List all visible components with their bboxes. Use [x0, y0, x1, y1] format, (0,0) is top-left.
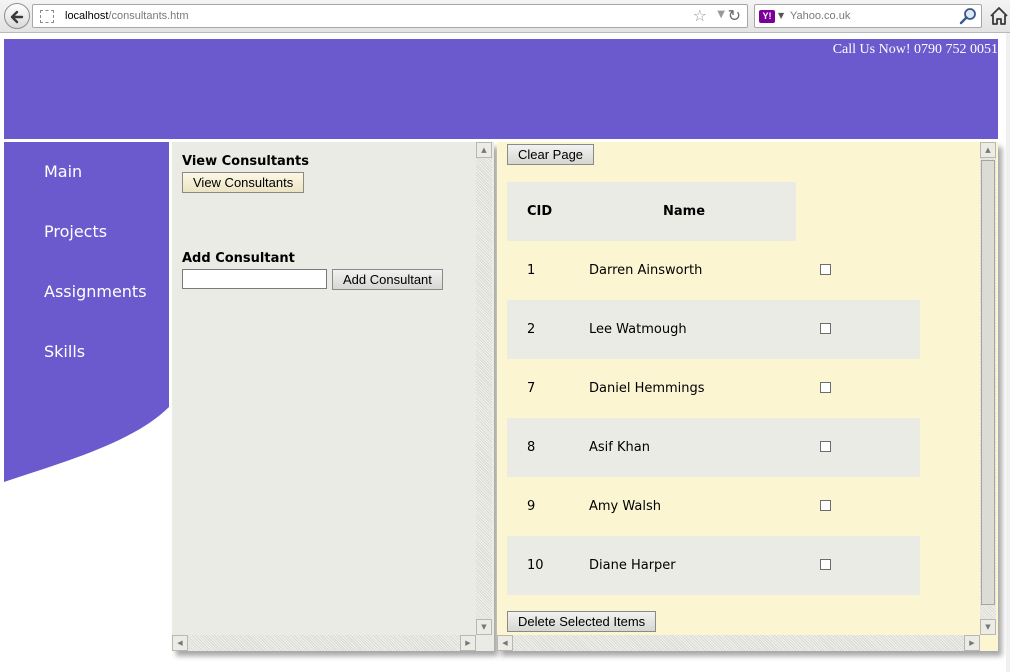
row-cid: 8	[527, 440, 536, 455]
scroll-right-arrow-icon[interactable]: ▶	[964, 635, 980, 651]
add-consultant-title: Add Consultant	[182, 251, 295, 266]
row-cid: 10	[527, 558, 544, 573]
nav-item-assignments[interactable]: Assignments	[44, 282, 147, 301]
search-engine-dropdown-icon[interactable]: ▼	[778, 11, 784, 20]
table-row: 10 Diane Harper	[507, 536, 920, 595]
nav-item-main[interactable]: Main	[44, 162, 82, 181]
scroll-up-arrow-icon[interactable]: ▲	[476, 142, 492, 158]
address-text[interactable]: localhost/consultants.htm	[65, 10, 189, 22]
table-row: 7 Daniel Hemmings	[507, 359, 920, 418]
clear-page-button[interactable]: Clear Page	[507, 144, 595, 165]
row-name: Darren Ainsworth	[589, 263, 703, 278]
row-cid: 7	[527, 381, 536, 396]
right-frame-horizontal-scrollbar[interactable]: ◀ ▶	[497, 635, 980, 651]
row-select-checkbox[interactable]	[820, 441, 831, 452]
row-name: Daniel Hemmings	[589, 381, 705, 396]
view-consultants-button[interactable]: View Consultants	[182, 172, 305, 193]
table-row: 2 Lee Watmough	[507, 300, 920, 359]
bookmark-star-icon[interactable]: ☆	[693, 7, 707, 25]
nav-item-projects[interactable]: Projects	[44, 222, 107, 241]
right-frame-vertical-scrollbar[interactable]: ▲ ▼	[980, 142, 996, 635]
reload-icon[interactable]: ↻	[728, 6, 741, 26]
table-row: 8 Asif Khan	[507, 418, 920, 477]
row-select-checkbox[interactable]	[820, 500, 831, 511]
address-bar[interactable]: localhost/consultants.htm ☆ ▼ ↻	[32, 4, 748, 28]
row-cid: 1	[527, 263, 536, 278]
window-edge	[1006, 33, 1010, 672]
row-select-checkbox[interactable]	[820, 382, 831, 393]
main-nav: Main Projects Assignments Skills	[4, 142, 169, 482]
scroll-thumb[interactable]	[981, 160, 995, 605]
row-select-checkbox[interactable]	[820, 264, 831, 275]
browser-toolbar: localhost/consultants.htm ☆ ▼ ↻ Y! ▼ Yah…	[0, 0, 1010, 33]
add-consultant-button[interactable]: Add Consultant	[332, 269, 443, 290]
row-name: Lee Watmough	[589, 322, 687, 337]
delete-selected-button[interactable]: Delete Selected Items	[507, 611, 657, 632]
consultants-list-frame: Clear Page CID Name 1 Darren Ainsworth 2…	[497, 142, 998, 651]
scroll-left-arrow-icon[interactable]: ◀	[497, 635, 513, 651]
nav-background-shape	[4, 142, 169, 482]
row-select-checkbox[interactable]	[820, 559, 831, 570]
search-icon[interactable]	[958, 6, 978, 26]
left-frame-vertical-scrollbar[interactable]: ▲ ▼	[476, 142, 492, 635]
consultant-actions-frame: View Consultants View Consultants Add Co…	[172, 142, 494, 651]
scroll-up-arrow-icon[interactable]: ▲	[980, 142, 996, 158]
column-header-cid: CID	[527, 204, 553, 219]
table-row: 9 Amy Walsh	[507, 477, 920, 536]
scroll-down-arrow-icon[interactable]: ▼	[980, 619, 996, 635]
home-icon[interactable]	[988, 4, 1010, 28]
search-engine-icon[interactable]: Y!	[759, 10, 775, 23]
column-header-name: Name	[663, 204, 706, 219]
nav-item-skills[interactable]: Skills	[44, 342, 85, 361]
row-name: Asif Khan	[589, 440, 650, 455]
table-header-row: CID Name	[507, 182, 796, 241]
row-cid: 9	[527, 499, 536, 514]
view-consultants-title: View Consultants	[182, 154, 310, 169]
scroll-down-arrow-icon[interactable]: ▼	[476, 619, 492, 635]
row-name: Diane Harper	[589, 558, 676, 573]
row-name: Amy Walsh	[589, 499, 661, 514]
call-us-text: Call Us Now! 0790 752 0051	[832, 42, 998, 57]
left-frame-horizontal-scrollbar[interactable]: ◀ ▶	[172, 635, 476, 651]
row-select-checkbox[interactable]	[820, 323, 831, 334]
url-host: localhost	[65, 10, 109, 22]
add-consultant-input[interactable]	[182, 269, 327, 289]
url-path: /consultants.htm	[108, 10, 189, 22]
search-input[interactable]: Yahoo.co.uk	[790, 10, 850, 22]
site-identity-icon[interactable]	[40, 10, 54, 23]
scroll-right-arrow-icon[interactable]: ▶	[460, 635, 476, 651]
history-dropdown-icon[interactable]: ▼	[717, 9, 725, 20]
site-header: Call Us Now! 0790 752 0051	[4, 39, 998, 139]
back-arrow-icon	[10, 10, 24, 24]
row-cid: 2	[527, 322, 536, 337]
search-bar[interactable]: Y! ▼ Yahoo.co.uk	[754, 4, 982, 28]
table-row: 1 Darren Ainsworth	[507, 241, 920, 300]
back-button[interactable]	[4, 3, 30, 29]
scroll-left-arrow-icon[interactable]: ◀	[172, 635, 188, 651]
